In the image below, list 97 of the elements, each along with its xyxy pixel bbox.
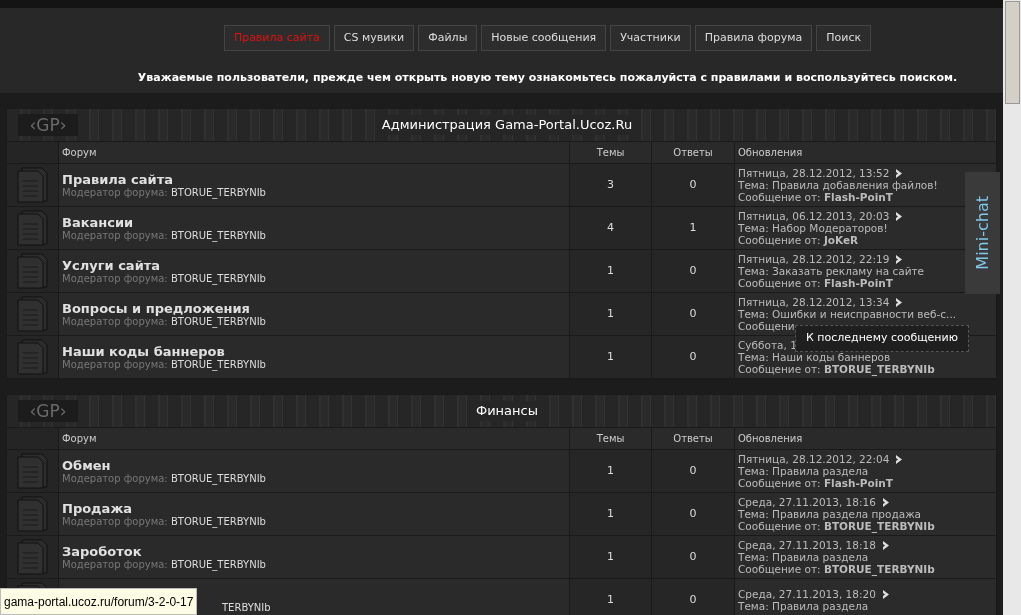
- tooltip: К последнему сообщению: [795, 325, 969, 352]
- replies-count: 0: [651, 493, 734, 535]
- topics-count: 3: [569, 164, 651, 206]
- nav-tab[interactable]: CS мувики: [333, 25, 415, 51]
- topics-count: 1: [569, 250, 651, 292]
- document-icon: [16, 496, 49, 532]
- last-post-topic[interactable]: Тема: Набор Модераторов!: [738, 222, 888, 234]
- document-icon: [16, 296, 49, 332]
- last-post-author: Сообщени: [738, 320, 795, 332]
- last-post-author: Сообщение от: Flash-PoinT: [738, 277, 893, 289]
- forum-link[interactable]: Вакансии: [62, 214, 134, 230]
- topics-count: 1: [569, 450, 651, 492]
- last-post-author: Сообщение от: BTORUE_TERBYNIb: [738, 520, 935, 532]
- moderator-line: Модератор форума: BTORUE_TERBYNIb: [62, 229, 266, 242]
- moderator-line: Модератор форума: BTORUE_TERBYNIb: [62, 358, 266, 371]
- last-post-topic[interactable]: Тема: Наши коды баннеров: [738, 351, 891, 363]
- document-icon: [16, 253, 49, 289]
- last-post-date: Среда, 27.11.2013, 18:18: [738, 539, 876, 551]
- last-post-date: Пятница, 28.12.2012, 13:34: [738, 296, 890, 308]
- replies-count: 0: [651, 293, 734, 335]
- document-icon: [16, 539, 49, 575]
- document-icon: [16, 167, 49, 203]
- forum-link[interactable]: Обмен: [62, 457, 111, 473]
- status-bar: gama-portal.ucoz.ru/forum/3-2-0-17: [0, 588, 198, 615]
- replies-count: 0: [651, 336, 734, 378]
- last-post-date: Пятница, 28.12.2012, 22:04: [738, 453, 890, 465]
- last-post-topic[interactable]: Тема: Правила раздела: [738, 551, 869, 563]
- replies-count: 0: [651, 579, 734, 615]
- last-post-author: Сообщение от: BTORUE_TERBYNIb: [738, 563, 935, 575]
- notice-text: Уважаемые пользователи, прежде чем открыть новую тему ознакомьтесь пожалуйста с правилами и воспользуйтесь поиском.: [137, 70, 958, 86]
- column-header: Обновления: [734, 142, 996, 163]
- last-post-topic[interactable]: Тема: Правила раздела: [738, 465, 869, 477]
- column-header: Форум: [58, 142, 569, 163]
- chevron-right-icon[interactable]: [881, 589, 889, 599]
- chevron-right-icon[interactable]: [881, 497, 889, 507]
- site-logo: ‹GP›: [18, 114, 78, 136]
- topics-count: 1: [569, 336, 651, 378]
- replies-count: 0: [651, 164, 734, 206]
- last-post-topic[interactable]: Тема: Заказать рекламу на сайте: [738, 265, 925, 277]
- last-post-author: Сообщение от: Flash-PoinT: [738, 191, 893, 203]
- last-post-date: Пятница, 28.12.2012, 13:52: [738, 167, 890, 179]
- replies-count: 0: [651, 250, 734, 292]
- column-header: Ответы: [651, 428, 734, 449]
- moderator-line: Модератор форума: BTORUE_TERBYNIb: [62, 186, 266, 199]
- moderator-line: Модератор форума: BTORUE_TERBYNIb: [62, 515, 266, 528]
- column-header: Обновления: [734, 428, 996, 449]
- forum-link[interactable]: Вопросы и предложения: [62, 300, 250, 316]
- chevron-right-icon[interactable]: [895, 297, 903, 307]
- replies-count: 0: [651, 450, 734, 492]
- last-post-author: Сообщение от: Flash-PoinT: [738, 477, 893, 489]
- last-post-date: Среда, 27.11.2013, 18:20: [738, 588, 876, 600]
- moderator-line: TERBYNIb: [222, 601, 271, 614]
- scrollbar[interactable]: [1003, 0, 1021, 615]
- chevron-right-icon[interactable]: [895, 454, 903, 464]
- forum-link[interactable]: Наши коды баннеров: [62, 343, 225, 359]
- chevron-right-icon[interactable]: [895, 168, 903, 178]
- moderator-line: Модератор форума: BTORUE_TERBYNIb: [62, 558, 266, 571]
- column-header: Ответы: [651, 142, 734, 163]
- column-header: Темы: [569, 142, 651, 163]
- replies-count: 0: [651, 536, 734, 578]
- chevron-right-icon[interactable]: [895, 211, 903, 221]
- site-logo: ‹GP›: [18, 400, 78, 422]
- nav-tab[interactable]: Правила форума: [694, 25, 813, 51]
- last-post-date: Среда, 27.11.2013, 18:16: [738, 496, 876, 508]
- chevron-right-icon[interactable]: [895, 254, 903, 264]
- nav-tab[interactable]: Новые сообщения: [481, 25, 607, 51]
- chevron-right-icon[interactable]: [881, 540, 889, 550]
- document-icon: [16, 210, 49, 246]
- nav-tab[interactable]: Поиск: [816, 25, 872, 51]
- topics-count: 1: [569, 293, 651, 335]
- moderator-line: Модератор форума: BTORUE_TERBYNIb: [62, 315, 266, 328]
- last-post-topic[interactable]: Тема: Ошибки и неисправности веб-с...: [738, 308, 957, 320]
- last-post-date: Пятница, 28.12.2012, 22:19: [738, 253, 890, 265]
- forum-link[interactable]: Услуги сайта: [62, 257, 161, 273]
- nav-tab[interactable]: Участники: [610, 25, 691, 51]
- nav-tab[interactable]: Файлы: [418, 25, 478, 51]
- last-post-topic[interactable]: Тема: Правила раздела продажа: [738, 508, 922, 520]
- document-icon: [16, 453, 49, 489]
- topics-count: 1: [569, 536, 651, 578]
- last-post-topic[interactable]: Тема: Правила раздела: [738, 600, 869, 612]
- moderator-line: Модератор форума: BTORUE_TERBYNIb: [62, 472, 266, 485]
- column-header: Форум: [58, 428, 569, 449]
- forum-link[interactable]: Зароботок: [62, 543, 142, 559]
- moderator-line: Модератор форума: BTORUE_TERBYNIb: [62, 272, 266, 285]
- forum-link[interactable]: Правила сайта: [62, 171, 173, 187]
- topics-count: 4: [569, 207, 651, 249]
- last-post-date: Пятница, 06.12.2013, 20:03: [738, 210, 890, 222]
- replies-count: 1: [651, 207, 734, 249]
- last-post-author: Сообщение от: JoKeR: [738, 234, 859, 246]
- topics-count: 1: [569, 579, 651, 615]
- last-post-author: Сообщение от: BTORUE_TERBYNIb: [738, 363, 935, 375]
- column-header: Темы: [569, 428, 651, 449]
- document-icon: [16, 339, 49, 375]
- mini-chat-tab[interactable]: Mini-chat: [965, 172, 1000, 294]
- last-post-topic[interactable]: Тема: Правила добавления файлов!: [738, 179, 938, 191]
- topics-count: 1: [569, 493, 651, 535]
- forum-link[interactable]: Продажа: [62, 500, 133, 516]
